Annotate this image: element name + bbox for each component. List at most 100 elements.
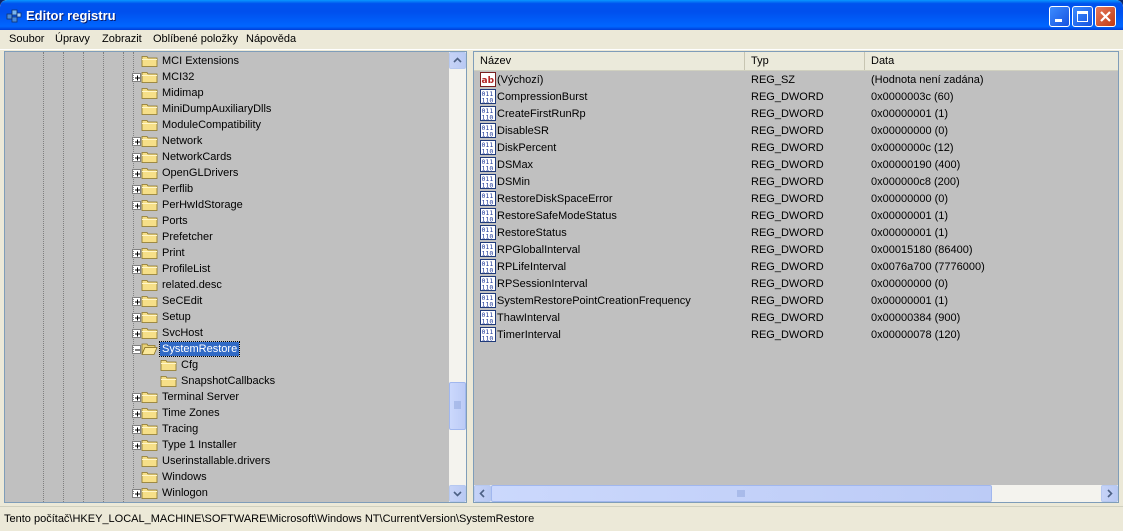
tree-item-label: related.desc [162,279,222,291]
tree-item[interactable]: Userinstallable.drivers [5,453,450,469]
title-bar[interactable]: Editor registru [0,0,1123,30]
folder-icon [141,136,158,147]
tree-item[interactable]: Windows [5,469,450,485]
binary-value-icon: 011110 [480,89,496,105]
tree-vertical-scrollbar[interactable] [449,52,466,502]
list-item[interactable]: 011 110 CompressionBurst REG_DWORD 0x0000003… [474,89,1118,106]
list-scroll-thumb[interactable] [491,485,992,502]
tree-item[interactable]: Terminal Server [5,389,450,405]
tree-item[interactable]: Network [5,133,450,149]
folder-icon [141,56,158,67]
menu-zobrazit[interactable]: Zobrazit [102,33,142,45]
svg-text:110: 110 [482,165,494,173]
tree-item[interactable]: ModuleCompatibility [5,117,450,133]
tree-item[interactable]: Setup [5,309,450,325]
folder-icon [141,152,158,163]
scroll-down-button[interactable] [449,485,466,502]
list-item[interactable]: 011 110 DiskPercent REG_DWORD 0x0000000c (12… [474,140,1118,157]
list-item[interactable]: 011 110 TimerInterval REG_DWORD 0x00000078 (… [474,327,1118,344]
tree-item-label: Prefetcher [162,231,213,243]
list-item[interactable]: 011 110 RestoreDiskSpaceError REG_DWORD 0x00… [474,191,1118,208]
tree-scroll-thumb[interactable] [449,382,466,430]
tree-item[interactable]: Type 1 Installer [5,437,450,453]
list-item-data: 0x00000001 (1) [871,108,949,120]
list-item[interactable]: 011 110 DisableSR REG_DWORD 0x00000000 (0) [474,123,1118,140]
column-header-type[interactable]: Typ [745,52,865,70]
list-horizontal-scrollbar[interactable] [474,485,1118,502]
list-item[interactable]: 011 110 RestoreSafeModeStatus REG_DWORD 0x00… [474,208,1118,225]
binary-value-icon: 011110 [480,174,496,190]
tree-item[interactable]: MiniDumpAuxiliaryDlls [5,101,450,117]
list-item-name: CreateFirstRunRp [497,108,586,120]
list-item-data: 0x00000001 (1) [871,210,949,222]
list-item[interactable]: 011 110 RPSessionInterval REG_DWORD 0x000000… [474,276,1118,293]
tree-item[interactable]: Time Zones [5,405,450,421]
list-item[interactable]: 011 110 CreateFirstRunRp REG_DWORD 0x0000000… [474,106,1118,123]
list-item-name: RestoreStatus [497,227,567,239]
column-header-name[interactable]: Název [474,52,745,70]
binary-value-icon: 011110 [480,208,496,224]
maximize-button[interactable] [1072,6,1093,27]
tree-item[interactable]: SnapshotCallbacks [5,373,450,389]
list-item[interactable]: ab (Výchozí) REG_SZ (Hodnota není zadána) [474,72,1118,89]
tree-item[interactable]: Ports [5,213,450,229]
scroll-up-button[interactable] [449,52,466,69]
tree-item-label: Perflib [162,183,194,195]
tree-item[interactable]: SeCEdit [5,293,450,309]
tree-item[interactable]: Tracing [5,421,450,437]
tree-item-label: Network [162,135,203,147]
tree-item[interactable]: OpenGLDrivers [5,165,450,181]
list-item[interactable]: 011 110 RPLifeInterval REG_DWORD 0x0076a700 … [474,259,1118,276]
list-item[interactable]: 011 110 RestoreStatus REG_DWORD 0x00000001 (… [474,225,1118,242]
values-list[interactable]: Název Typ Data ab (Výchozí) REG_SZ (Hodnota… [473,51,1119,503]
tree-item-label: Print [162,247,185,259]
list-item-data: 0x0000000c (12) [871,142,954,154]
tree-guide-line [133,52,135,494]
tree-item-label: Terminal Server [162,391,240,403]
tree-item[interactable]: SystemRestore [5,341,450,357]
tree-item[interactable]: ProfileList [5,261,450,277]
svg-text:110: 110 [482,267,494,275]
tree-item[interactable]: Perflib [5,181,450,197]
folder-icon [141,280,158,291]
tree-item-label: MCI32 [162,71,195,83]
list-item[interactable]: 011 110 ThawInterval REG_DWORD 0x00000384 (9… [474,310,1118,327]
menu-upravy[interactable]: Úpravy [55,33,90,45]
list-item[interactable]: 011 110 DSMin REG_DWORD 0x000000c8 (200) [474,174,1118,191]
close-button[interactable] [1095,6,1116,27]
menu-soubor[interactable]: Soubor [9,33,44,45]
column-header-data[interactable]: Data [865,52,1118,70]
list-header: Název Typ Data [474,52,1118,71]
list-item[interactable]: 011 110 DSMax REG_DWORD 0x00000190 (400) [474,157,1118,174]
menu-oblibene[interactable]: Oblíbené položky [153,33,238,45]
tree-item[interactable]: MCI Extensions [5,53,450,69]
scroll-right-button[interactable] [1101,485,1118,502]
key-tree[interactable]: MCI Extensions MCI32 Midimap MiniDumpAuxili… [4,51,467,503]
list-item[interactable]: 011 110 SystemRestorePointCreationFrequenc… [474,293,1118,310]
tree-item-label: SystemRestore [158,341,241,357]
tree-item[interactable]: Midimap [5,85,450,101]
list-item-name: DSMin [497,176,531,188]
tree-item[interactable]: MCI32 [5,69,450,85]
list-item[interactable]: 011 110 RPGlobalInterval REG_DWORD 0x0001518… [474,242,1118,259]
menu-napoveda[interactable]: Nápověda [246,33,296,45]
tree-item[interactable]: Prefetcher [5,229,450,245]
tree-item[interactable]: PerHwIdStorage [5,197,450,213]
tree-item[interactable]: related.desc [5,277,450,293]
minimize-button[interactable] [1049,6,1070,27]
tree-item[interactable]: Winlogon [5,485,450,501]
list-item-name: RestoreSafeModeStatus [497,210,617,222]
tree-item[interactable]: NetworkCards [5,149,450,165]
folder-icon [141,440,158,451]
binary-value-icon: 011110 [480,123,496,139]
tree-item[interactable]: Print [5,245,450,261]
scroll-left-button[interactable] [474,485,491,502]
tree-item[interactable]: SvcHost [5,325,450,341]
list-item-data: 0x00000190 (400) [871,159,961,171]
list-item-name: RPGlobalInterval [497,244,581,256]
list-item-data: 0x00000001 (1) [871,295,949,307]
tree-item-label: Windows [162,471,207,483]
tree-item[interactable]: Cfg [5,357,450,373]
binary-value-icon: 011110 [480,310,496,326]
main-panes: MCI Extensions MCI32 Midimap MiniDumpAuxili… [4,51,1119,503]
